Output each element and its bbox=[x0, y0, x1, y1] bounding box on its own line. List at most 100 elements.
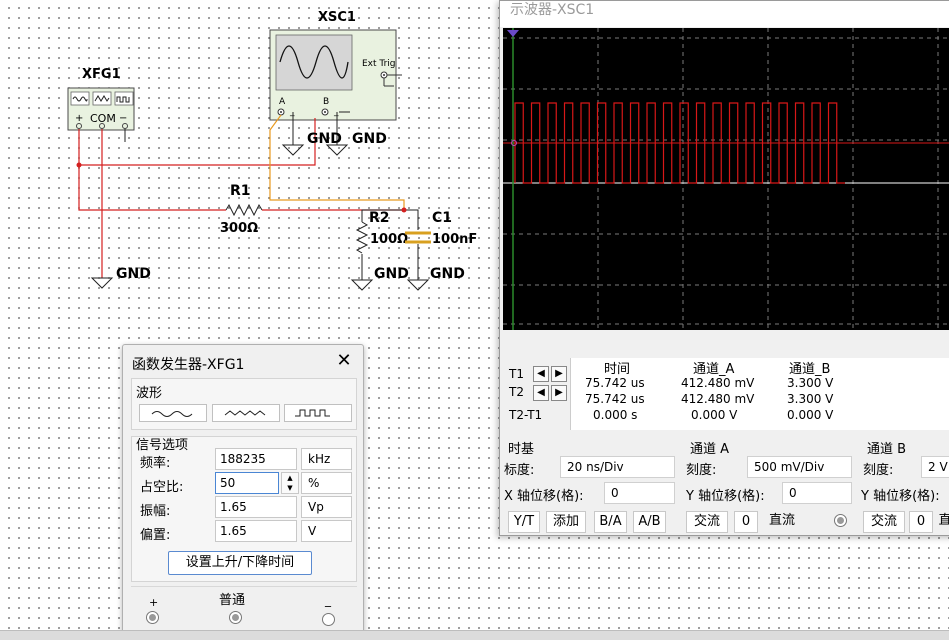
yt-button[interactable]: Y/T bbox=[508, 511, 540, 533]
frequency-unit-select[interactable]: kHz bbox=[301, 448, 352, 470]
resistor-r2[interactable]: R2 100Ω bbox=[355, 210, 408, 254]
channel-b-title: 通道 B bbox=[867, 442, 907, 457]
offset-unit-select[interactable]: V bbox=[301, 520, 352, 542]
square-wave-icon bbox=[295, 409, 330, 417]
xfg-plus: + bbox=[75, 113, 83, 124]
function-generator-dialog[interactable]: 函数发生器-XFG1 ✕ 波形 信号选项 频率: 188235 kHz 占空比:… bbox=[122, 344, 364, 636]
amplitude-field[interactable]: 1.65 bbox=[215, 496, 297, 518]
duty-spinner[interactable]: ▲ ▼ bbox=[281, 472, 299, 494]
channel-b-scale-label: 刻度: bbox=[863, 463, 894, 478]
terminal-common-label: 普通 bbox=[219, 593, 246, 608]
col-b: 通道_B bbox=[789, 362, 831, 377]
t2-label: T2 bbox=[509, 385, 524, 399]
r1-value: 300Ω bbox=[220, 221, 258, 236]
row3-b: 0.000 V bbox=[787, 408, 834, 422]
row3-a: 0.000 V bbox=[691, 408, 738, 422]
sine-wave-button[interactable] bbox=[139, 404, 207, 422]
r1-name: R1 bbox=[230, 183, 251, 199]
col-time: 时间 bbox=[604, 362, 631, 377]
gnd-fg-label: GND bbox=[116, 266, 151, 282]
frequency-label: 频率: bbox=[140, 456, 171, 471]
xsc-label: XSC1 bbox=[318, 10, 356, 25]
channel-b-ac-button[interactable]: 交流 bbox=[863, 511, 905, 533]
t2t1-label: T2-T1 bbox=[509, 408, 543, 422]
channel-a-radio[interactable] bbox=[834, 514, 847, 527]
gnd-r2-label: GND bbox=[374, 266, 409, 282]
col-a: 通道_A bbox=[693, 362, 735, 377]
t1-left-arrow-icon[interactable]: ◀ bbox=[533, 366, 549, 382]
amplitude-unit-select[interactable]: Vp bbox=[301, 496, 352, 518]
channel-b-scale-field[interactable]: 2 V bbox=[921, 456, 949, 478]
square-wave-button[interactable] bbox=[284, 404, 352, 422]
scope-readout: T1 T2 T2-T1 ◀ ▶ ◀ ▶ 时间 通道_A 通道_B 75.742 … bbox=[501, 358, 949, 430]
gnd-b-label: GND bbox=[352, 131, 387, 147]
channel-b-group: 通道 B 刻度: 2 V Y 轴位移(格): 交流 0 直 bbox=[859, 434, 949, 537]
channel-b-zero-button[interactable]: 0 bbox=[909, 511, 933, 533]
triangle-wave-icon bbox=[224, 410, 266, 416]
duty-cycle-label: 占空比: bbox=[140, 480, 184, 495]
c1-value: 100nF bbox=[432, 232, 477, 247]
terminal-plus-radio[interactable] bbox=[146, 611, 159, 624]
add-button[interactable]: 添加 bbox=[546, 511, 586, 533]
channel-a-scale-label: 刻度: bbox=[686, 463, 717, 478]
gnd-a-label: GND bbox=[307, 131, 342, 147]
duty-cycle-field[interactable]: 50 bbox=[215, 472, 279, 494]
spinner-up-icon[interactable]: ▲ bbox=[282, 473, 298, 483]
svg-text:_: _ bbox=[289, 107, 295, 117]
scope-screen bbox=[503, 28, 949, 330]
channel-a-ypos-label: Y 轴位移(格): bbox=[686, 489, 765, 504]
channel-b-dc-button[interactable]: 直 bbox=[935, 511, 949, 533]
terminal-common-radio[interactable] bbox=[229, 611, 242, 624]
rise-fall-time-button[interactable]: 设置上升/下降时间 bbox=[168, 551, 312, 575]
scope-grid bbox=[503, 28, 949, 330]
duty-cycle-unit: % bbox=[301, 472, 352, 494]
x-position-label: X 轴位移(格): bbox=[504, 489, 584, 504]
channel-a-zero-button[interactable]: 0 bbox=[734, 511, 758, 533]
row2-b: 3.300 V bbox=[787, 392, 834, 406]
channel-a-group: 通道 A 刻度: 500 mV/Div Y 轴位移(格): 0 交流 0 直流 bbox=[682, 434, 859, 537]
channel-a-scale-field[interactable]: 500 mV/Div bbox=[747, 456, 852, 478]
resistor-r1[interactable]: R1 300Ω bbox=[220, 183, 263, 236]
xfg-label: XFG1 bbox=[82, 67, 121, 82]
channel-a-ac-button[interactable]: 交流 bbox=[686, 511, 728, 533]
scope-title: 示波器-XSC1 bbox=[500, 1, 949, 27]
readout-table: 时间 通道_A 通道_B 75.742 us 412.480 mV 3.300 … bbox=[570, 358, 949, 430]
terminal-minus-radio[interactable] bbox=[322, 613, 335, 626]
channel-a-dc-button[interactable]: 直流 bbox=[762, 511, 802, 533]
t1-label: T1 bbox=[509, 367, 524, 381]
signal-options-title: 信号选项 bbox=[136, 438, 189, 453]
function-generator-symbol[interactable]: XFG1 + COM − bbox=[67, 67, 135, 142]
frequency-field[interactable]: 188235 bbox=[215, 448, 297, 470]
timebase-title: 时基 bbox=[508, 442, 535, 457]
terminal-plus-label: + bbox=[149, 596, 159, 609]
row1-b: 3.300 V bbox=[787, 376, 834, 390]
triangle-wave-button[interactable] bbox=[212, 404, 280, 422]
timebase-group: 时基 标度: 20 ns/Div X 轴位移(格): 0 Y/T 添加 B/A … bbox=[500, 434, 682, 537]
r2-name: R2 bbox=[369, 210, 390, 226]
oscilloscope-symbol[interactable]: XSC1 Ext Trig A B _ _ bbox=[269, 10, 402, 145]
oscilloscope-window[interactable]: 示波器-XSC1 T1 T2 T2-T1 ◀ ▶ ◀ ▶ 时间 通道_A 通道_… bbox=[499, 0, 949, 536]
xfg-minus: − bbox=[119, 113, 127, 124]
t1-right-arrow-icon[interactable]: ▶ bbox=[551, 366, 567, 382]
ab-button[interactable]: A/B bbox=[633, 511, 666, 533]
channel-b-ypos-label: Y 轴位移(格): bbox=[861, 489, 940, 504]
close-icon[interactable]: ✕ bbox=[331, 351, 357, 373]
t2-right-arrow-icon[interactable]: ▶ bbox=[551, 385, 567, 401]
r2-value: 100Ω bbox=[370, 232, 408, 247]
capacitor-c1[interactable]: C1 100nF bbox=[405, 210, 477, 247]
horizontal-scrollbar[interactable] bbox=[0, 630, 949, 640]
channel-a-ypos-field[interactable]: 0 bbox=[782, 482, 852, 504]
offset-field[interactable]: 1.65 bbox=[215, 520, 297, 542]
amplitude-label: 振幅: bbox=[140, 504, 171, 519]
spinner-down-icon[interactable]: ▼ bbox=[282, 483, 298, 493]
timebase-scale-label: 标度: bbox=[504, 463, 535, 478]
ba-button[interactable]: B/A bbox=[594, 511, 627, 533]
xsc-b: B bbox=[323, 97, 329, 107]
fgen-title: 函数发生器-XFG1 bbox=[132, 357, 245, 373]
t2-left-arrow-icon[interactable]: ◀ bbox=[533, 385, 549, 401]
c1-name: C1 bbox=[432, 210, 452, 226]
waveform-title: 波形 bbox=[136, 386, 163, 401]
x-position-field[interactable]: 0 bbox=[604, 482, 675, 504]
timebase-scale-field[interactable]: 20 ns/Div bbox=[560, 456, 675, 478]
channel-a-title: 通道 A bbox=[690, 442, 730, 457]
